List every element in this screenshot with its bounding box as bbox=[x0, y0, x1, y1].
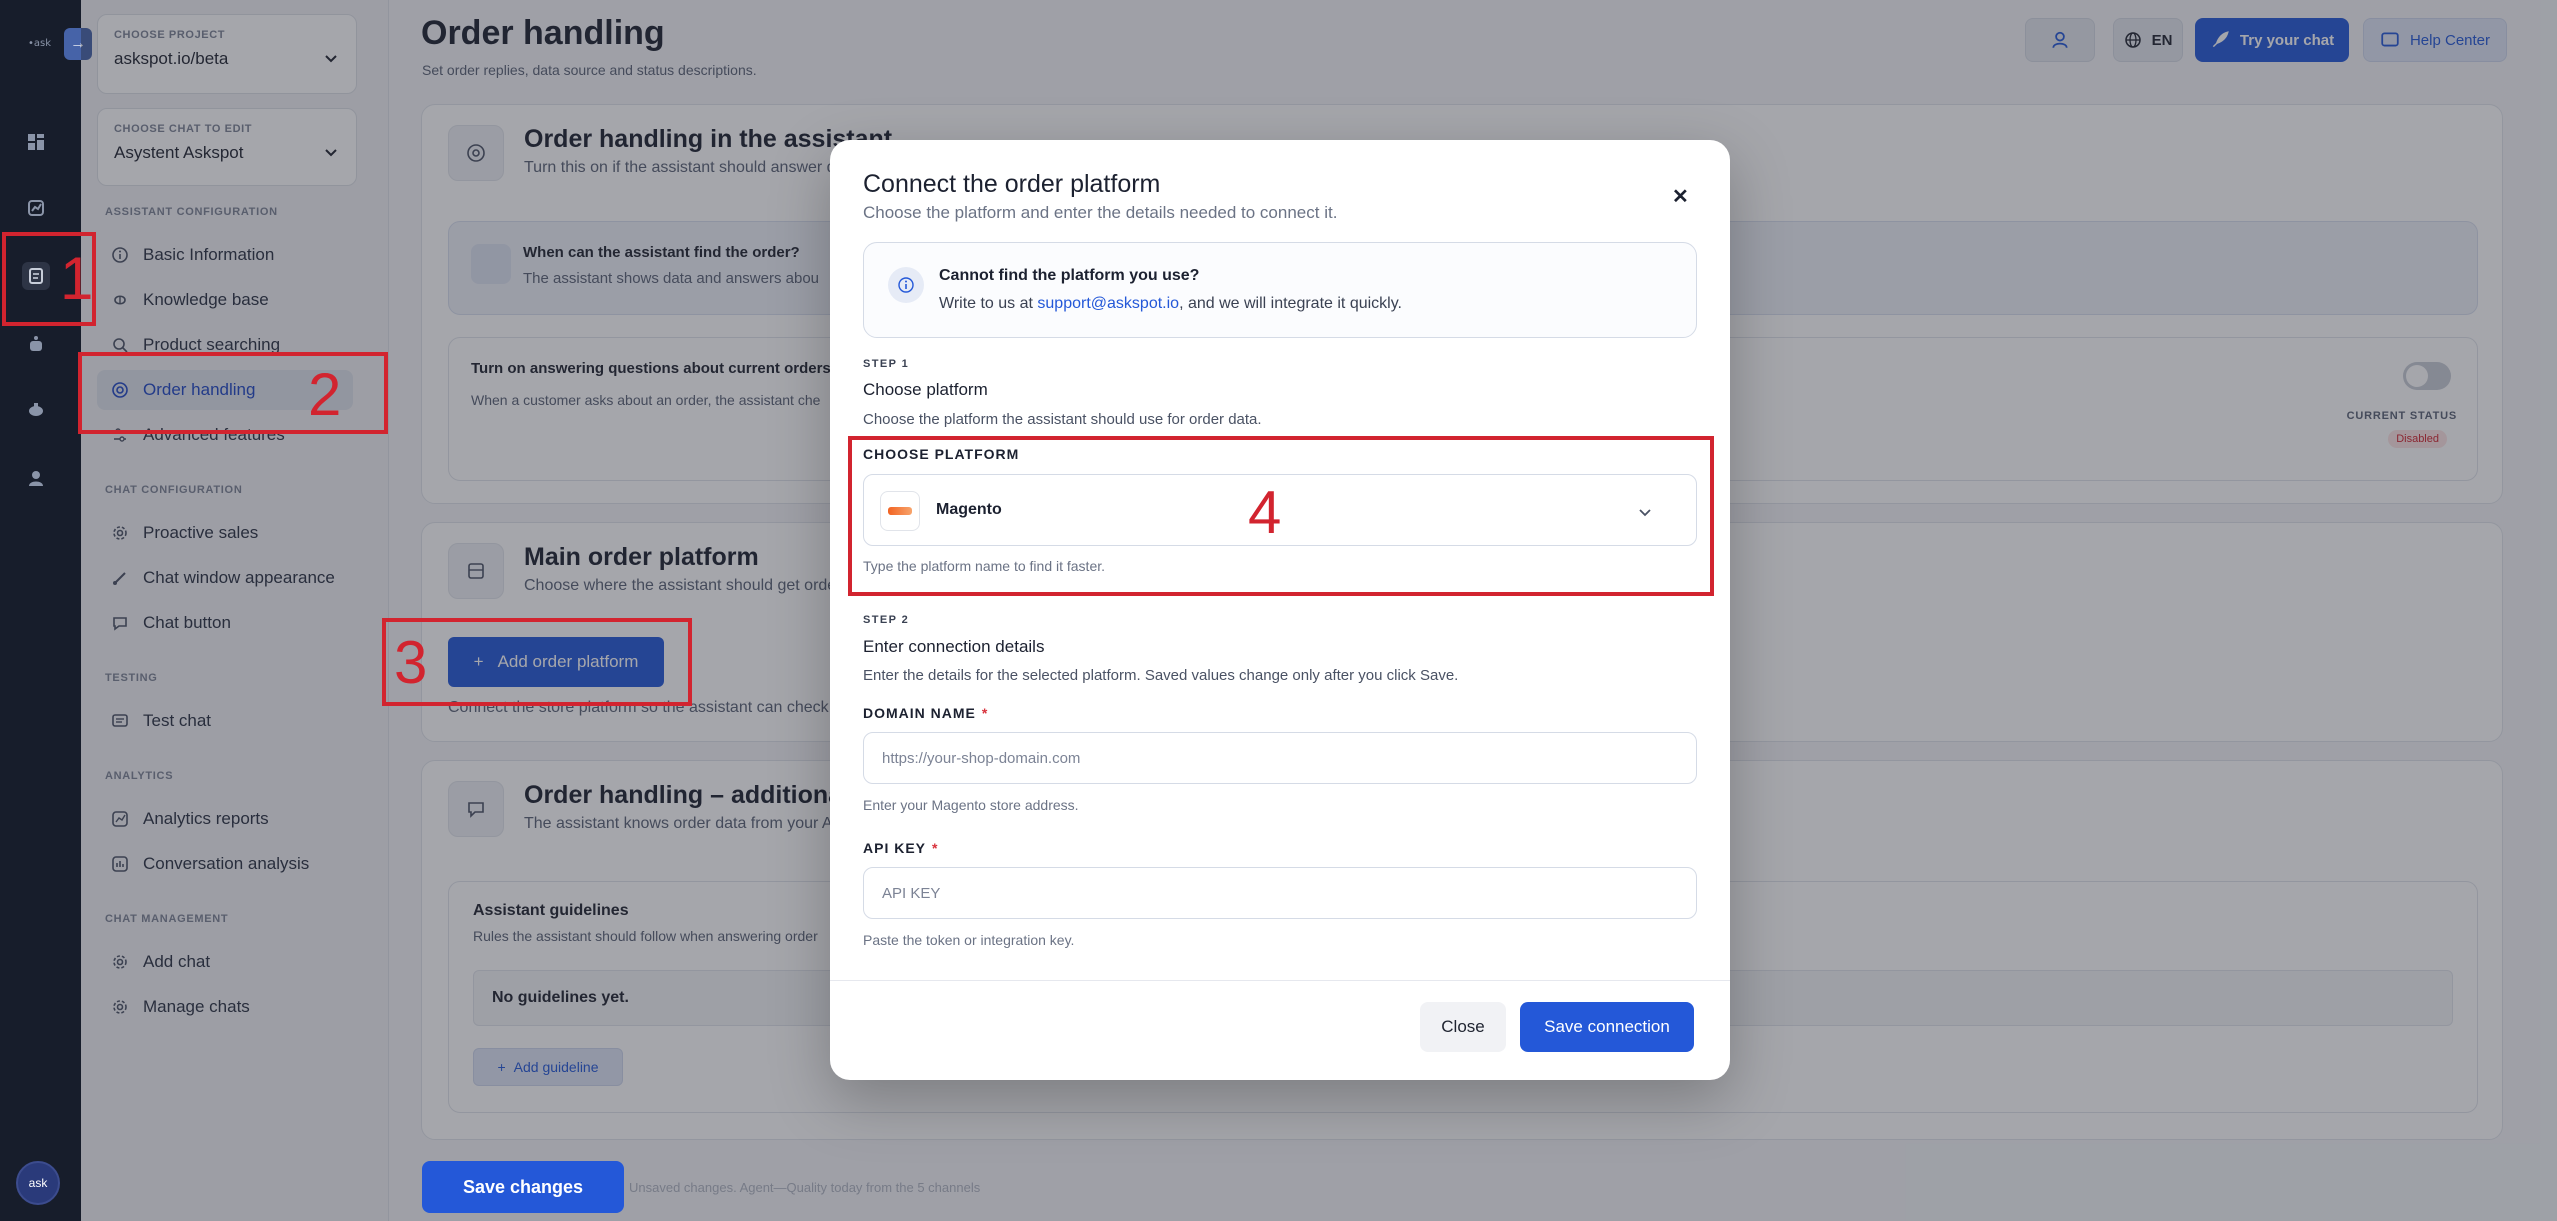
step2-label: STEP 2 bbox=[863, 614, 910, 626]
domain-name-label: DOMAIN NAME * bbox=[863, 705, 988, 721]
step2-title: Enter connection details bbox=[863, 637, 1045, 656]
connect-platform-modal: Connect the order platform Choose the pl… bbox=[830, 140, 1730, 1080]
api-key-hint: Paste the token or integration key. bbox=[863, 932, 1075, 948]
annotation-number-3: 3 bbox=[394, 629, 428, 696]
api-key-input[interactable] bbox=[864, 868, 1696, 918]
modal-title: Connect the order platform bbox=[863, 170, 1161, 198]
annotation-number-1: 1 bbox=[60, 245, 94, 312]
annotation-box-2 bbox=[78, 352, 388, 434]
icon-rail: •ask ask bbox=[0, 0, 81, 1221]
api-key-label-text: API KEY bbox=[863, 840, 927, 856]
support-email-link[interactable]: support@askspot.io bbox=[1037, 295, 1179, 312]
info-body: Write to us at support@askspot.io, and w… bbox=[939, 295, 1402, 313]
modal-divider bbox=[830, 980, 1730, 981]
info-prefix: Write to us at bbox=[939, 295, 1038, 312]
required-marker: * bbox=[932, 840, 939, 856]
domain-name-input[interactable] bbox=[864, 733, 1696, 783]
account-avatar[interactable]: ask bbox=[16, 1161, 60, 1205]
close-button[interactable]: Close bbox=[1420, 1002, 1506, 1052]
step1-desc: Choose the platform the assistant should… bbox=[863, 411, 1262, 428]
save-connection-button[interactable]: Save connection bbox=[1520, 1002, 1694, 1052]
domain-name-field[interactable] bbox=[863, 732, 1697, 784]
annotation-number-2: 2 bbox=[308, 361, 342, 428]
required-marker: * bbox=[981, 705, 989, 721]
bot-icon[interactable] bbox=[22, 330, 50, 358]
save-changes-button[interactable]: Save changes bbox=[422, 1161, 624, 1213]
step2-desc: Enter the details for the selected platf… bbox=[863, 667, 1459, 684]
app-logo: •ask bbox=[28, 38, 52, 49]
analytics-rail-icon[interactable] bbox=[22, 194, 50, 222]
dashboard-icon[interactable] bbox=[22, 128, 50, 156]
modal-subtitle: Choose the platform and enter the detail… bbox=[863, 203, 1338, 222]
annotation-number-4: 4 bbox=[1248, 479, 1282, 546]
step1-title: Choose platform bbox=[863, 380, 988, 399]
info-icon bbox=[888, 267, 924, 303]
user-icon[interactable] bbox=[22, 464, 50, 492]
domain-name-label-text: DOMAIN NAME bbox=[863, 705, 976, 721]
info-suffix: , and we will integrate it quickly. bbox=[1179, 295, 1402, 312]
api-key-field[interactable] bbox=[863, 867, 1697, 919]
close-icon[interactable]: ✕ bbox=[1672, 184, 1692, 208]
step1-label: STEP 1 bbox=[863, 358, 910, 370]
domain-hint: Enter your Magento store address. bbox=[863, 797, 1079, 813]
api-key-label: API KEY * bbox=[863, 840, 938, 856]
annotation-box-3 bbox=[382, 618, 692, 706]
platform-info-box: Cannot find the platform you use? Write … bbox=[863, 242, 1697, 338]
chat-rail-icon[interactable] bbox=[22, 396, 50, 424]
info-title: Cannot find the platform you use? bbox=[939, 267, 1200, 284]
